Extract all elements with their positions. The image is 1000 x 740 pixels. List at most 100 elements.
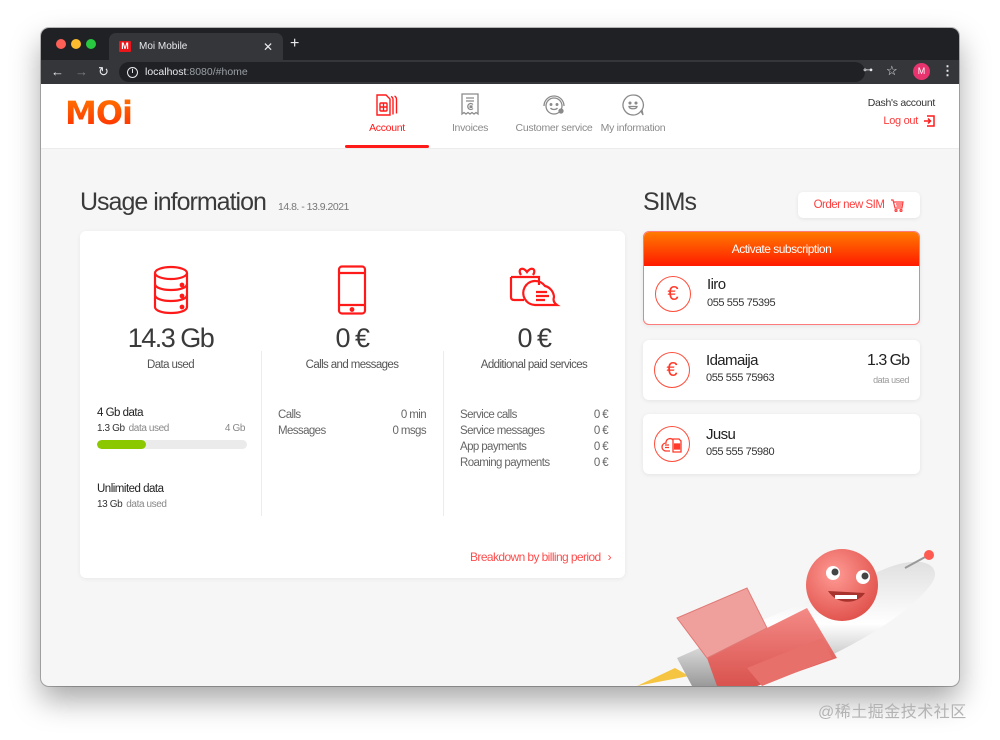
data-usage-column: 14.3 Gb Data used 4 Gb data 1.3 Gb data … <box>80 231 261 521</box>
sim-card-jusu[interactable]: Jusu 055 555 75980 <box>643 414 920 474</box>
account-box: Dash's account Log out <box>867 97 936 127</box>
plan-unlimited: Unlimited data 13 Gb data used <box>97 483 245 510</box>
usage-date-range: 14.8. - 13.9.2021 <box>278 201 349 213</box>
sim-number: 055 555 75980 <box>706 446 775 458</box>
sim-card-iiro[interactable]: Activate subscription € Iiro 055 555 753… <box>643 231 920 325</box>
usage-card: 14.3 Gb Data used 4 Gb data 1.3 Gb data … <box>80 231 625 578</box>
plan-limit: 4 Gb <box>224 423 245 434</box>
data-progress-fill <box>97 440 146 449</box>
info-icon[interactable]: i <box>127 66 138 78</box>
logout-icon <box>924 115 935 127</box>
database-icon <box>153 265 188 315</box>
services-cost-label: Additional paid services <box>480 359 588 371</box>
close-window-button[interactable] <box>56 39 66 49</box>
sim-name: Iiro <box>707 276 726 293</box>
smiley-bubble-icon <box>622 94 644 116</box>
row-value: 0 min <box>400 409 427 421</box>
minimize-window-button[interactable] <box>71 39 81 49</box>
sim-cards-icon <box>376 94 398 116</box>
url-path: :8080/#home <box>186 66 248 78</box>
tab-close-icon[interactable]: ✕ <box>263 40 273 54</box>
plan-name: Unlimited data <box>97 483 164 495</box>
logout-link[interactable]: Log out <box>868 115 935 127</box>
euro-icon: € <box>655 276 691 312</box>
tab-title: Moi Mobile <box>139 41 188 52</box>
plan-name: 4 Gb data <box>97 407 144 419</box>
row-label: Service messages <box>460 425 545 437</box>
moi-logo[interactable]: MOi <box>65 94 133 132</box>
row-label: Roaming payments <box>460 457 550 469</box>
reload-icon[interactable]: ↻ <box>98 64 109 80</box>
row-value: 0 € <box>593 457 609 469</box>
phone-icon <box>337 265 367 315</box>
url-host: localhost <box>145 66 187 78</box>
address-bar[interactable]: i localhost :8080/#home <box>119 62 865 82</box>
nav-label-invoices: Invoices <box>451 122 489 134</box>
nav-item-my-information[interactable]: My information <box>597 84 669 149</box>
service-row: App payments 0 € <box>460 439 609 455</box>
cart-icon <box>891 198 905 212</box>
sim-card-idamaija[interactable]: € Idamaija 055 555 75963 1.3 Gb data use… <box>643 340 920 400</box>
logout-label: Log out <box>883 115 918 127</box>
sim-number: 055 555 75963 <box>706 372 775 384</box>
back-arrow-icon[interactable]: ← <box>51 64 64 80</box>
calls-column: 0 € Calls and messages Calls 0 min Messa… <box>261 231 443 521</box>
calls-cost-label: Calls and messages <box>305 359 399 371</box>
nav-label-customer-service: Customer service <box>515 122 593 134</box>
calls-breakdown: Calls 0 min Messages 0 msgs <box>278 407 427 439</box>
key-icon[interactable]: ⊶ <box>863 65 873 76</box>
services-breakdown: Service calls 0 € Service messages 0 € A… <box>460 407 609 471</box>
row-value: 0 € <box>593 441 609 453</box>
sims-title: SIMs <box>643 188 697 216</box>
usage-title: Usage information <box>80 188 267 216</box>
rocket-mascot-illustration <box>637 549 935 686</box>
service-row: Service calls 0 € <box>460 407 609 423</box>
profile-avatar[interactable]: M <box>913 63 930 80</box>
sim-data-used: 1.3 Gb <box>866 352 910 369</box>
service-row: Service messages 0 € <box>460 423 609 439</box>
sim-number: 055 555 75395 <box>707 297 776 309</box>
main-nav: Account Invoices Customer service My inf… <box>345 84 669 149</box>
calls-row: Calls 0 min <box>278 407 427 423</box>
row-label: Service calls <box>460 409 517 421</box>
data-used-label: Data used <box>146 359 195 371</box>
plan-used-amount: 1.3 Gb <box>97 423 125 434</box>
data-progress-bar <box>97 440 247 449</box>
app-header: MOi Account Invoices Customer service My… <box>41 84 959 149</box>
browser-tab[interactable]: M Moi Mobile ✕ <box>109 33 283 60</box>
maximize-window-button[interactable] <box>86 39 96 49</box>
bookmark-star-icon[interactable]: ☆ <box>886 63 898 79</box>
row-value: 0 € <box>593 425 609 437</box>
row-value: 0 € <box>593 409 609 421</box>
plan-4gb: 4 Gb data 1.3 Gb data used 4 Gb <box>97 407 247 449</box>
sim-data-label: data used <box>873 375 909 385</box>
browser-toolbar: ← → ↻ i localhost :8080/#home ⊶ ☆ M ⋮ <box>41 60 959 84</box>
order-new-sim-button[interactable]: Order new SIM <box>798 192 920 218</box>
sim-card-body: € Iiro 055 555 75395 <box>644 266 919 324</box>
nav-item-account[interactable]: Account <box>345 84 429 149</box>
euro-icon: € <box>654 352 690 388</box>
calls-cost-value: 0 € <box>335 323 370 353</box>
browser-titlebar: M Moi Mobile ✕ + <box>41 28 959 60</box>
new-tab-button[interactable]: + <box>290 36 299 52</box>
service-row: Roaming payments 0 € <box>460 455 609 471</box>
plan-used-suffix: data used <box>126 499 167 510</box>
nav-item-customer-service[interactable]: Customer service <box>511 84 597 149</box>
nav-label-my-information: My information <box>600 122 666 134</box>
services-cost-value: 0 € <box>517 323 552 353</box>
kebab-menu-icon[interactable]: ⋮ <box>941 63 954 79</box>
moi-favicon-icon: M <box>119 41 131 52</box>
nav-item-invoices[interactable]: Invoices <box>429 84 511 149</box>
sim-name: Idamaija <box>706 352 759 369</box>
breakdown-link[interactable]: Breakdown by billing period › <box>470 550 612 564</box>
gift-chat-icon <box>509 267 561 307</box>
account-name: Dash's account <box>867 97 936 109</box>
row-label: Calls <box>278 409 301 421</box>
sim-name: Jusu <box>706 426 736 443</box>
watermark: @稀土掘金技术社区 <box>818 704 967 721</box>
headset-smiley-icon <box>543 95 565 115</box>
plan-used-amount: 13 Gb <box>97 499 123 510</box>
row-value: 0 msgs <box>392 425 427 437</box>
activate-subscription-button[interactable]: Activate subscription <box>644 232 919 266</box>
forward-arrow-icon[interactable]: → <box>75 64 88 80</box>
